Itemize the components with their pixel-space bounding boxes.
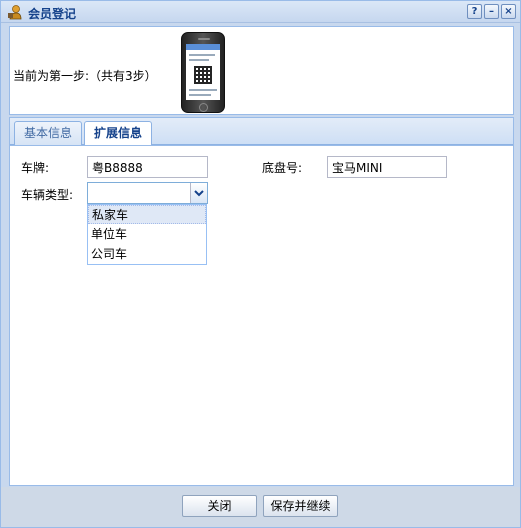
phone-home-button <box>199 103 208 112</box>
user-app-icon <box>8 5 22 20</box>
phone-screen-header <box>186 44 220 50</box>
chassis-label: 底盘号: <box>262 161 303 175</box>
dropdown-option-private-car[interactable]: 私家车 <box>88 205 206 224</box>
tab-panel: 基本信息 扩展信息 车牌: 底盘号: 车辆类型: <box>9 117 514 486</box>
phone-screen-line <box>189 54 215 56</box>
vehicle-type-dropdown: 私家车 单位车 公司车 <box>87 204 207 265</box>
plate-input[interactable] <box>87 156 208 178</box>
minimize-button[interactable]: – <box>484 4 499 19</box>
save-continue-button[interactable]: 保存并继续 <box>263 495 338 517</box>
step-indicator: 当前为第一步:（共有3步） <box>13 69 157 83</box>
dropdown-option-unit-car[interactable]: 单位车 <box>88 225 206 244</box>
extended-info-form: 车牌: 底盘号: 车辆类型: <box>10 145 513 485</box>
tab-strip: 基本信息 扩展信息 <box>10 118 513 146</box>
tab-extended-info[interactable]: 扩展信息 <box>84 121 153 146</box>
title-bar[interactable]: 会员登记 ? – × <box>1 1 520 23</box>
vehicle-type-combo[interactable] <box>87 182 208 204</box>
chevron-down-icon <box>194 190 204 197</box>
phone-speaker <box>198 38 210 40</box>
dropdown-option-company-car[interactable]: 公司车 <box>88 245 206 264</box>
phone-image <box>181 32 225 113</box>
qr-code-icon <box>194 66 212 84</box>
window-title: 会员登记 <box>28 7 77 21</box>
close-window-button[interactable]: × <box>501 4 516 19</box>
plate-label: 车牌: <box>21 161 50 175</box>
member-registration-window: 会员登记 ? – × 当前为第一步:（共有3步） 基本信息 扩展信息 车牌: 粤… <box>0 0 521 528</box>
phone-screen-line <box>189 89 217 91</box>
help-button[interactable]: ? <box>467 4 482 19</box>
phone-screen-line <box>189 59 209 61</box>
combo-trigger[interactable] <box>190 183 207 203</box>
close-button[interactable]: 关闭 <box>182 495 257 517</box>
button-bar: 关闭 保存并继续 <box>1 487 520 527</box>
tab-basic-info[interactable]: 基本信息 <box>14 121 83 145</box>
phone-screen <box>186 44 220 100</box>
chassis-input[interactable] <box>327 156 447 178</box>
phone-screen-line <box>189 94 211 96</box>
step-panel: 当前为第一步:（共有3步） <box>9 26 514 115</box>
vehicle-type-label: 车辆类型: <box>21 188 74 202</box>
